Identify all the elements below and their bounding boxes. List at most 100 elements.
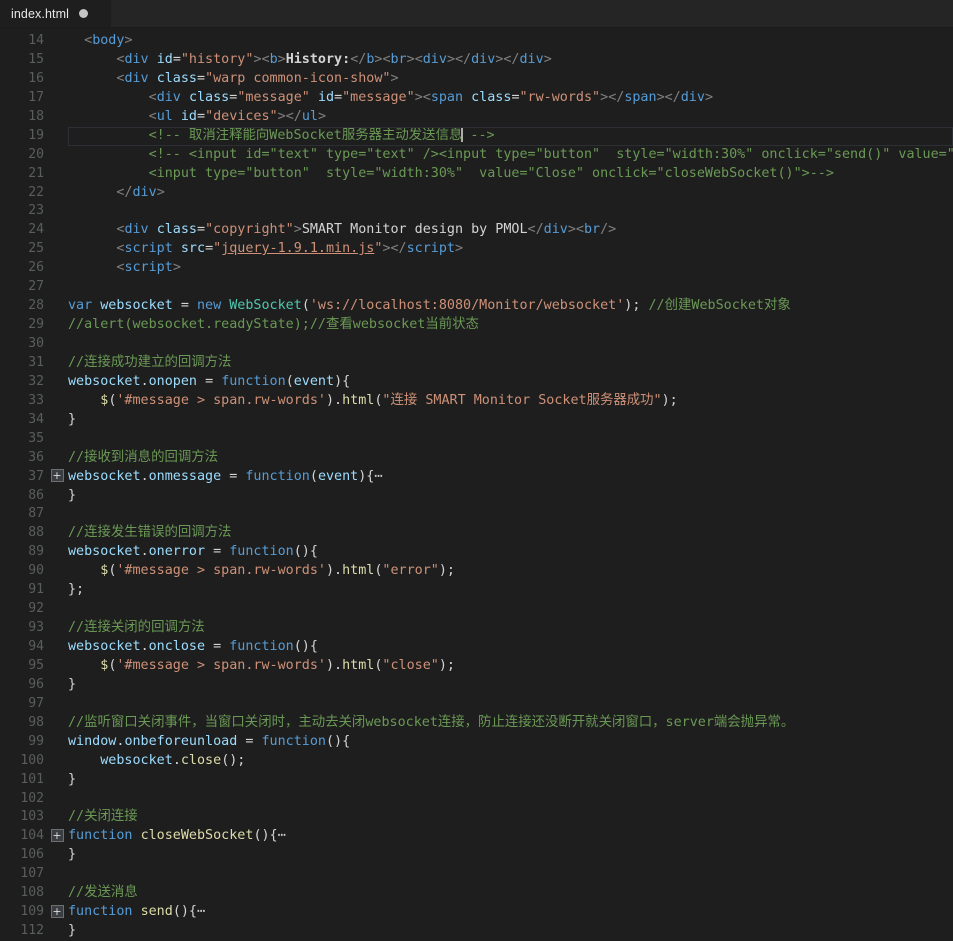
fold-expand-box-icon[interactable]: + [50, 904, 64, 918]
line-number: 98 [28, 714, 44, 730]
code-line[interactable]: 31 //连接成功建立的回调方法 [0, 354, 953, 373]
code-line[interactable]: 34} [0, 411, 953, 430]
code-line-content-wrap: //关闭连接 [68, 808, 953, 827]
code-line[interactable]: 26 <script> [0, 259, 953, 278]
code-line[interactable]: 15 <div id="history"><b>History:</b><br>… [0, 51, 953, 70]
fold-gutter-slot [46, 354, 68, 373]
fold-gutter-slot [46, 392, 68, 411]
code-line[interactable]: 103 //关闭连接 [0, 808, 953, 827]
code-line[interactable]: 96} [0, 676, 953, 695]
code-token: div [471, 51, 496, 67]
code-line[interactable]: 30 [0, 335, 953, 354]
code-token: new [197, 298, 222, 314]
code-token: <!-- 取消注释能向WebSocket服务器主动发送信息 [148, 127, 463, 143]
code-token: > [567, 222, 576, 238]
code-line[interactable]: 20 <!-- <input id="text" type="text" /><… [0, 146, 953, 165]
code-line[interactable]: 94 websocket.onclose = function(){ [0, 638, 953, 657]
editor-tab[interactable]: index.html [0, 0, 112, 27]
code-token: > [406, 51, 415, 67]
code-line[interactable]: 93 //连接关闭的回调方法 [0, 619, 953, 638]
code-token: //创建WebSocket对象 [648, 298, 791, 314]
code-editor[interactable]: 14 <body> 15 <div id="history"><b>History… [0, 28, 953, 941]
fold-expand-box-icon[interactable]: + [50, 469, 64, 483]
code-token: = [205, 373, 214, 389]
code-line-content: }; [68, 581, 953, 600]
code-line[interactable]: 106} [0, 846, 953, 865]
code-line[interactable]: 25 <script src="jquery-1.9.1.min.js"></s… [0, 240, 953, 259]
code-token: //连接发生错误的回调方法 [68, 525, 232, 541]
code-line[interactable]: 91}; [0, 581, 953, 600]
code-token: > [172, 260, 181, 276]
code-token: div [124, 70, 149, 86]
unsaved-changes-dot-icon[interactable] [78, 9, 88, 18]
code-line[interactable]: 87 [0, 505, 953, 524]
code-line[interactable]: 36 //接收到消息的回调方法 [0, 449, 953, 468]
code-line[interactable]: 22 </div> [0, 184, 953, 203]
code-line-content-wrap: <body> [68, 32, 953, 51]
code-line[interactable]: 88 //连接发生错误的回调方法 [0, 524, 953, 543]
code-token: '#message > span.rw-words' [116, 563, 326, 579]
code-line-content-wrap [68, 278, 953, 297]
code-line-content: <div id="history"><b>History:</b><br><di… [68, 51, 953, 70]
code-token: > [277, 51, 286, 67]
code-line[interactable]: 32 websocket.onopen = function(event){ [0, 373, 953, 392]
code-line[interactable]: 29 //alert(websocket.readyState);//查看webs… [0, 316, 953, 335]
code-line-content-wrap [68, 505, 953, 524]
line-number: 108 [20, 885, 44, 901]
code-line[interactable]: 28 var websocket = new WebSocket('ws://lo… [0, 297, 953, 316]
code-line[interactable]: 27 [0, 278, 953, 297]
code-line-content-wrap: <div class="warp common-icon-show"> [68, 70, 953, 89]
code-line[interactable]: 109 + function send(){⋯ [0, 903, 953, 922]
code-token: br [390, 51, 407, 67]
code-line[interactable]: 24 <div class="copyright">SMART Monitor … [0, 221, 953, 240]
code-line[interactable]: 99 window.onbeforeunload = function(){ [0, 733, 953, 752]
code-line[interactable]: 92 [0, 600, 953, 619]
fold-expand-icon[interactable]: + [46, 827, 68, 846]
code-line[interactable]: 37 + websocket.onmessage = function(event)… [0, 468, 953, 487]
code-token: > [656, 89, 665, 105]
code-line[interactable]: 21 <input type="button" style="width:30%… [0, 165, 953, 184]
code-token: > [704, 89, 713, 105]
code-line[interactable]: 101} [0, 771, 953, 790]
code-line[interactable]: 102 [0, 790, 953, 809]
fold-expand-icon[interactable]: + [46, 903, 68, 922]
fold-gutter-slot [46, 51, 68, 70]
code-line-content: function send(){⋯ [68, 903, 953, 922]
code-line[interactable]: 14 <body> [0, 32, 953, 51]
code-token: ( [301, 298, 310, 314]
code-token: < [148, 108, 157, 124]
code-line[interactable]: 17 <div class="message" id="message"><sp… [0, 89, 953, 108]
code-line[interactable]: 104 + function closeWebSocket(){⋯ [0, 827, 953, 846]
code-token: > [253, 51, 262, 67]
code-line-content-wrap: //监听窗口关闭事件，当窗口关闭时，主动去关闭websocket连接，防止连接还… [68, 714, 953, 733]
code-token: = [197, 70, 206, 86]
code-line[interactable]: 23 [0, 202, 953, 221]
fold-expand-box-icon[interactable]: + [50, 828, 64, 842]
fold-gutter-slot [46, 714, 68, 733]
code-line[interactable]: 100 websocket.close(); [0, 752, 953, 771]
code-line[interactable]: 86} [0, 487, 953, 506]
code-line[interactable]: 95 $('#message > span.rw-words').html("c… [0, 657, 953, 676]
line-number: 29 [28, 317, 44, 333]
code-line[interactable]: 35 [0, 430, 953, 449]
code-line[interactable]: 97 [0, 695, 953, 714]
code-line[interactable]: 89 websocket.onerror = function(){ [0, 543, 953, 562]
code-line-content-wrap: //发送消息 [68, 884, 953, 903]
code-line[interactable]: 19 <!-- 取消注释能向WebSocket服务器主动发送信息 --> [0, 126, 953, 146]
code-line[interactable]: 90 $('#message > span.rw-words').html("e… [0, 562, 953, 581]
code-line[interactable]: 108 //发送消息 [0, 884, 953, 903]
code-token: </ [503, 51, 520, 67]
code-token: . [140, 544, 149, 560]
code-line[interactable]: 112} [0, 922, 953, 941]
code-line[interactable]: 18 <ul id="devices"></ul> [0, 108, 953, 127]
code-line[interactable]: 16 <div class="warp common-icon-show"> [0, 70, 953, 89]
code-line[interactable]: 98 //监听窗口关闭事件，当窗口关闭时，主动去关闭websocket连接，防止连… [0, 714, 953, 733]
code-line-content: $('#message > span.rw-words').html("erro… [68, 562, 953, 581]
code-line[interactable]: 107 [0, 865, 953, 884]
code-line[interactable]: 33 $('#message > span.rw-words').html("连… [0, 392, 953, 411]
fold-expand-icon[interactable]: + [46, 468, 68, 487]
